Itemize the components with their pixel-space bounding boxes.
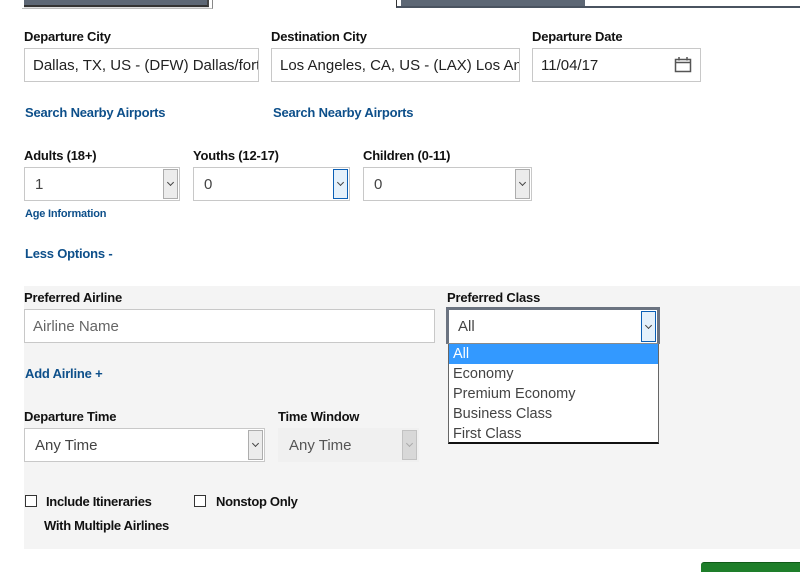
chevron-down-icon (251, 439, 260, 448)
departure-time-select[interactable]: Any Time (24, 428, 265, 462)
children-select[interactable]: 0 (363, 167, 532, 201)
class-option-premium-economy[interactable]: Premium Economy (449, 384, 658, 404)
chevron-down-icon (644, 321, 653, 329)
age-information-link[interactable]: Age Information (25, 208, 107, 220)
class-option-first[interactable]: First Class (449, 424, 658, 444)
multiple-airlines-checkbox[interactable] (25, 495, 37, 507)
departure-time-label: Departure Time (24, 409, 117, 424)
departure-time-dropdown-button[interactable] (248, 430, 263, 460)
preferred-class-dropdown-button[interactable] (641, 311, 656, 342)
preferred-airline-label: Preferred Airline (24, 290, 122, 305)
destination-city-input[interactable]: Los Angeles, CA, US - (LAX) Los Ang (271, 48, 520, 82)
destination-nearby-airports-link[interactable]: Search Nearby Airports (273, 105, 414, 120)
departure-date-value: 11/04/17 (541, 56, 599, 74)
youths-select[interactable]: 0 (193, 167, 350, 201)
adults-label: Adults (18+) (24, 148, 97, 163)
class-option-business[interactable]: Business Class (449, 404, 658, 424)
class-option-economy[interactable]: Economy (449, 364, 658, 384)
departure-city-input[interactable]: Dallas, TX, US - (DFW) Dallas/fort (24, 48, 259, 82)
calendar-icon[interactable] (674, 56, 692, 73)
multiple-airlines-label-line1: Include Itineraries (46, 494, 152, 509)
nonstop-only-checkbox[interactable] (194, 495, 206, 507)
time-window-dropdown-button[interactable] (402, 430, 417, 460)
time-window-value: Any Time (289, 436, 352, 454)
destination-city-label: Destination City (271, 29, 367, 44)
time-window-select[interactable]: Any Time (278, 428, 419, 462)
multiple-airlines-label-line2: With Multiple Airlines (44, 518, 169, 533)
search-flights-button[interactable] (701, 562, 800, 572)
youths-dropdown-button[interactable] (333, 169, 348, 199)
preferred-airline-input[interactable]: Airline Name (24, 309, 435, 343)
chevron-down-icon (518, 178, 527, 187)
departure-nearby-airports-link[interactable]: Search Nearby Airports (25, 105, 166, 120)
adults-select[interactable]: 1 (24, 167, 180, 201)
less-options-link[interactable]: Less Options - (25, 246, 113, 261)
nonstop-only-label: Nonstop Only (216, 494, 298, 509)
preferred-class-value: All (458, 318, 475, 335)
adults-dropdown-button[interactable] (163, 169, 178, 199)
add-airline-link[interactable]: Add Airline + (25, 366, 103, 381)
chevron-down-icon (405, 439, 414, 448)
preferred-class-options-list: All Economy Premium Economy Business Cla… (448, 344, 659, 444)
youths-label: Youths (12-17) (193, 148, 279, 163)
children-value: 0 (374, 175, 383, 193)
adults-value: 1 (35, 175, 44, 193)
preferred-class-select[interactable]: All (446, 307, 660, 344)
tab-round-trip[interactable] (24, 0, 209, 7)
chevron-down-icon (166, 178, 175, 187)
children-dropdown-button[interactable] (515, 169, 530, 199)
tab-one-way[interactable] (401, 0, 585, 6)
class-option-all[interactable]: All (449, 344, 658, 364)
departure-time-value: Any Time (35, 436, 98, 454)
preferred-class-label: Preferred Class (447, 290, 541, 305)
children-label: Children (0-11) (363, 148, 451, 163)
time-window-label: Time Window (278, 409, 360, 424)
departure-date-label: Departure Date (532, 29, 623, 44)
departure-city-label: Departure City (24, 29, 111, 44)
youths-value: 0 (204, 175, 213, 193)
chevron-down-icon (336, 178, 345, 187)
